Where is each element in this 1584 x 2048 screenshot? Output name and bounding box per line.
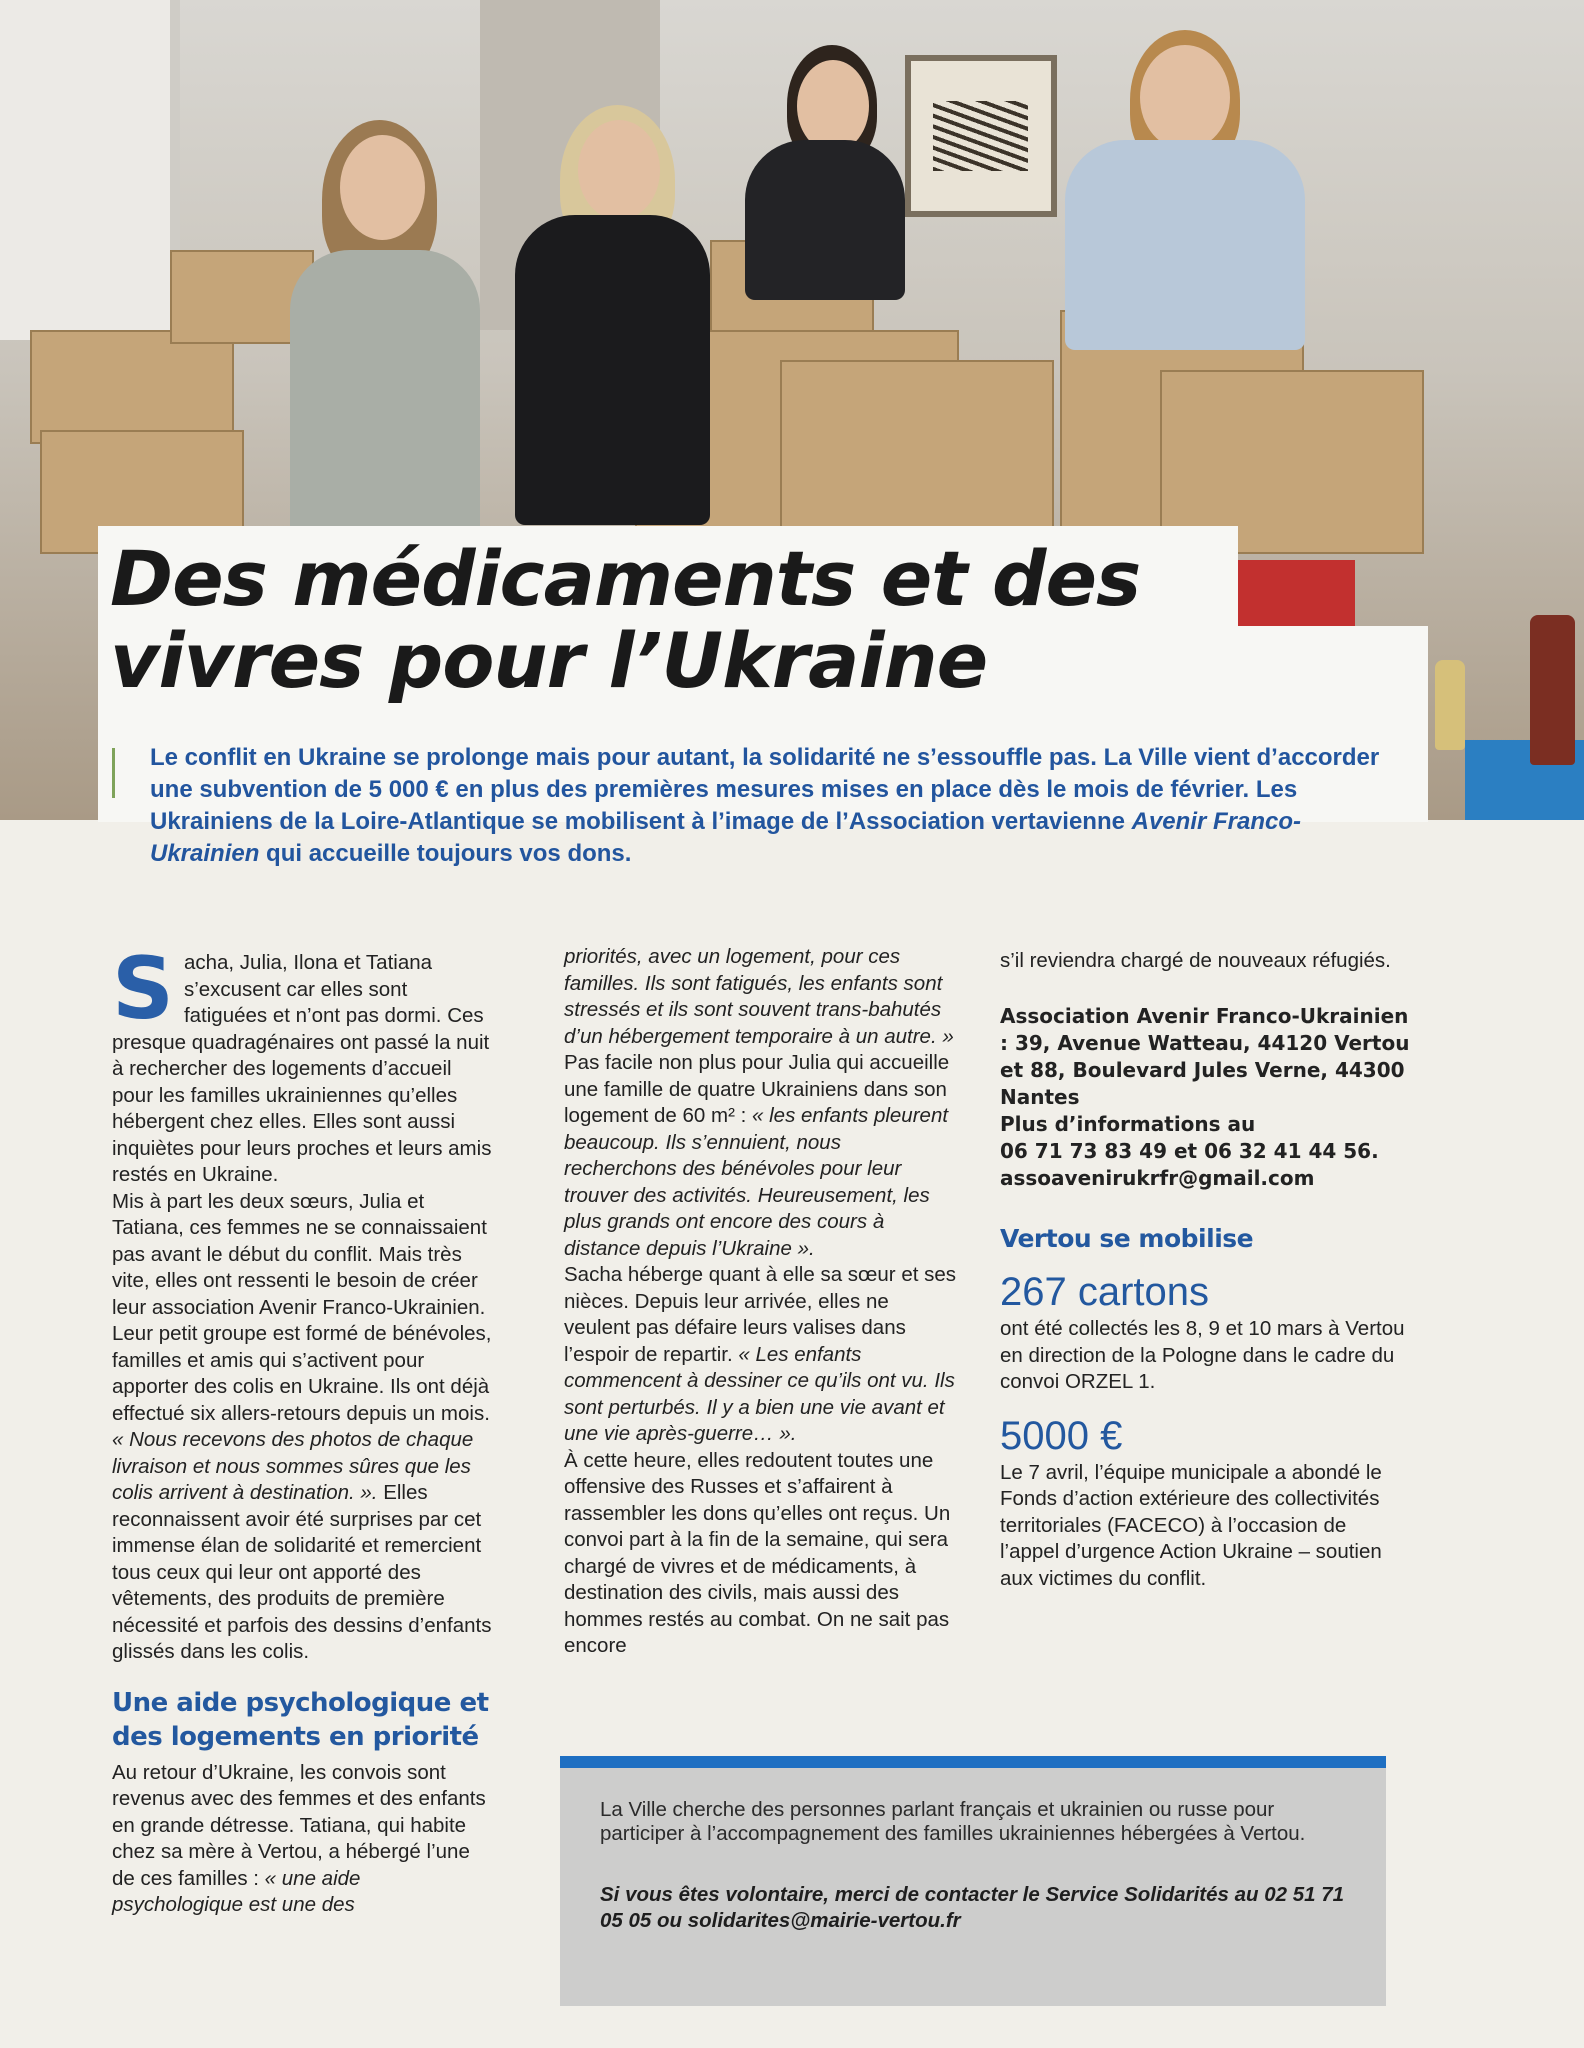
person-head [1140, 45, 1230, 150]
person-head [797, 60, 869, 152]
window [0, 0, 180, 340]
stat-subsidy-text: Le 7 avril, l’équipe municipale a abondé… [1000, 1460, 1382, 1590]
person-head [340, 135, 425, 240]
association-address: Association Avenir Franco-Ukrainien : 39… [1000, 1003, 1410, 1190]
paragraph: s’il reviendra chargé de nouveaux réfugi… [1000, 949, 1391, 972]
paragraph: Au retour d’Ukraine, les convois sont re… [112, 1760, 486, 1917]
body-column-3: s’il reviendra chargé de nouveaux réfugi… [1000, 948, 1410, 1592]
person-head [578, 120, 660, 220]
fabric [1235, 560, 1355, 630]
paragraph: Sacha, Julia, Ilona et Tatiana s’excusen… [112, 939, 492, 1186]
paragraph: Pas facile non plus pour Julia qui accue… [564, 1051, 950, 1260]
drop-cap: S [112, 939, 174, 1039]
paragraph: À cette heure, elles redoutent toutes un… [564, 1448, 951, 1658]
paragraph: Mis à part les deux sœurs, Julia et Tati… [112, 1189, 492, 1664]
person [1065, 140, 1305, 350]
person [290, 250, 480, 540]
bottle [1530, 615, 1575, 765]
bottle [1435, 660, 1465, 750]
article-title: Des médicaments et des vivres pour l’Ukr… [110, 534, 1141, 705]
stat-subsidy: 5000 € [1000, 1413, 1123, 1458]
volunteer-contact: Si vous êtes volontaire, merci de contac… [600, 1883, 1345, 1932]
person [745, 140, 905, 300]
stat-cartons: 267 cartons [1000, 1270, 1210, 1314]
sidebar-title: Vertou se mobilise [1000, 1223, 1254, 1253]
paragraph: priorités, avec un logement, pour ces fa… [564, 945, 954, 1048]
stat-cartons-text: ont été collectés les 8, 9 et 10 mars à … [1000, 1317, 1405, 1393]
article-lede: Le conflit en Ukraine se prolonge mais p… [150, 744, 1380, 867]
person [515, 215, 710, 525]
body-column-1: Sacha, Julia, Ilona et Tatiana s’excusen… [112, 939, 492, 1919]
volunteer-callout-box [560, 1756, 1386, 2006]
paragraph: Sacha héberge quant à elle sa sœur et se… [564, 1263, 957, 1445]
body-column-2: priorités, avec un logement, pour ces fa… [564, 944, 959, 1660]
cardboard-box [30, 330, 234, 444]
framed-picture [905, 55, 1057, 217]
subheading: Une aide psychologique et des logements … [112, 1687, 489, 1752]
volunteer-callout-text: La Ville cherche des personnes parlant f… [600, 1798, 1306, 1845]
phone-numbers: 06 71 73 83 49 et 06 32 41 44 56. [1000, 1138, 1379, 1163]
contact-email: assoavenirukrfr@gmail.com [1000, 1165, 1315, 1190]
lede-rule [112, 748, 115, 798]
